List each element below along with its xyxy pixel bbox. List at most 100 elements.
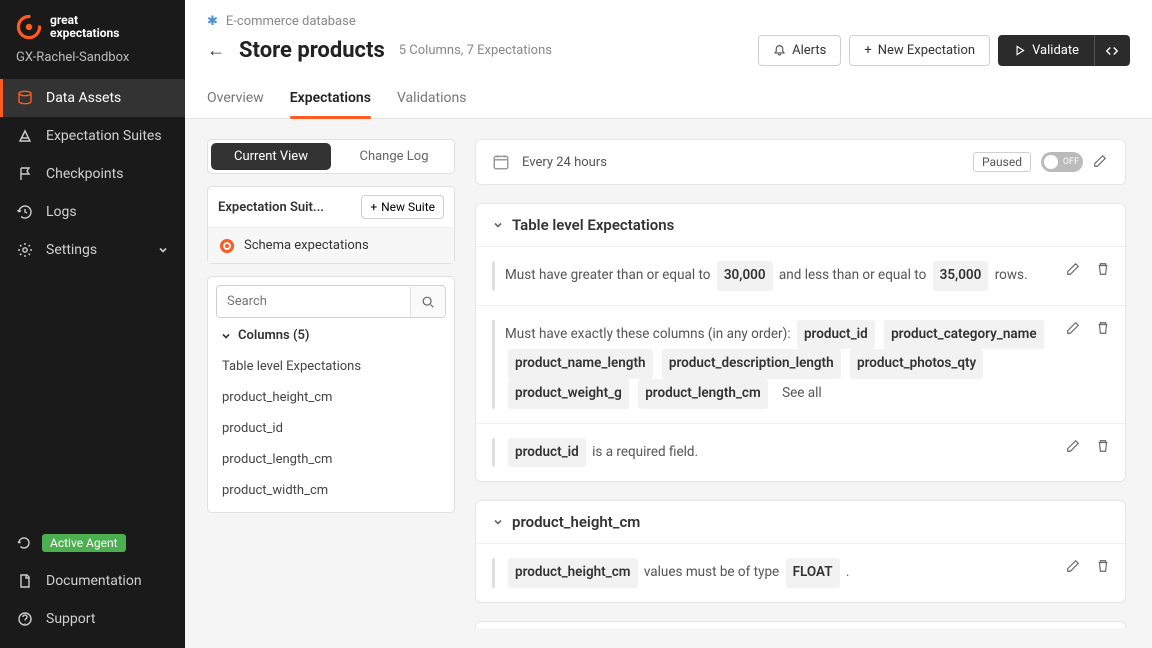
search-wrap: [216, 285, 446, 318]
nav-label: Settings: [46, 242, 97, 258]
nav-label: Logs: [46, 204, 77, 220]
history-icon: [16, 203, 34, 221]
group-header[interactable]: product_height_cm: [476, 501, 1125, 544]
columns-header[interactable]: Columns (5): [216, 318, 446, 351]
plus-icon: +: [370, 200, 377, 214]
expectation-text: product_height_cm values must be of type…: [505, 558, 1079, 588]
edit-expectation-button[interactable]: [1065, 320, 1081, 336]
tabs: Overview Expectations Validations: [185, 80, 1152, 119]
group-header[interactable]: Table level Expectations: [476, 204, 1125, 247]
expectation-row: Must have exactly these columns (in any …: [476, 306, 1125, 424]
page-subtitle: 5 Columns, 7 Expectations: [399, 43, 552, 58]
schedule-card: Every 24 hours Paused OFF: [475, 139, 1126, 185]
column-item[interactable]: product_height_cm: [216, 382, 446, 413]
play-icon: [1013, 44, 1026, 57]
group-header[interactable]: product_id: [476, 622, 1125, 628]
agent-badge: Active Agent: [42, 534, 126, 552]
column-item[interactable]: product_id: [216, 413, 446, 444]
tab-expectations[interactable]: Expectations: [290, 80, 371, 118]
nav-data-assets[interactable]: Data Assets: [0, 79, 185, 117]
gear-icon: [16, 241, 34, 259]
alerts-button[interactable]: Alerts: [758, 35, 841, 66]
sidebar: great expectations GX-Rachel-Sandbox Dat…: [0, 0, 185, 648]
flag-icon: [16, 165, 34, 183]
expectation-group: product_height_cm product_height_cm value…: [475, 500, 1126, 603]
column-item[interactable]: Table level Expectations: [216, 351, 446, 382]
expectation-row: product_id is a required field.: [476, 424, 1125, 482]
column-item[interactable]: product_width_cm: [216, 475, 446, 506]
chevron-down-icon: [492, 516, 504, 528]
suite-header: Expectation Suit...: [218, 200, 324, 215]
search-button[interactable]: [410, 287, 445, 317]
nav-checkpoints[interactable]: Checkpoints: [0, 155, 185, 193]
delete-expectation-button[interactable]: [1095, 320, 1111, 336]
doc-icon: [16, 572, 34, 590]
see-all-link[interactable]: See all: [782, 385, 822, 401]
edit-schedule-button[interactable]: [1093, 154, 1109, 170]
nav-bottom: Active Agent Documentation Support: [0, 524, 185, 648]
logo-text: great expectations: [50, 14, 119, 40]
tab-validations[interactable]: Validations: [397, 80, 466, 118]
view-toggle: Current View Change Log: [207, 139, 455, 174]
chevron-down-icon: [157, 244, 169, 256]
title-actions: Alerts + New Expectation Validate: [758, 35, 1130, 66]
nav-label: Expectation Suites: [46, 128, 162, 144]
tab-overview[interactable]: Overview: [207, 80, 264, 118]
expectation-text: Must have exactly these columns (in any …: [505, 320, 1079, 409]
status-bar: [492, 438, 495, 468]
back-button[interactable]: ←: [207, 40, 225, 61]
chevron-down-icon: [492, 219, 504, 231]
search-input[interactable]: [217, 286, 410, 317]
new-expectation-button[interactable]: + New Expectation: [849, 35, 990, 66]
edit-expectation-button[interactable]: [1065, 438, 1081, 454]
seg-current-view[interactable]: Current View: [211, 143, 331, 170]
new-suite-button[interactable]: + New Suite: [361, 195, 444, 219]
suite-item[interactable]: Schema expectations: [208, 228, 454, 263]
nav-label: Data Assets: [46, 90, 121, 106]
main: ✱ E-commerce database ← Store products 5…: [185, 0, 1152, 648]
column-item[interactable]: product_length_cm: [216, 444, 446, 475]
plus-icon: +: [864, 43, 871, 58]
nav: Data Assets Expectation Suites Checkpoin…: [0, 79, 185, 524]
nav-label: Documentation: [46, 573, 142, 589]
expectation-row: Must have greater than or equal to 30,00…: [476, 247, 1125, 306]
nav-documentation[interactable]: Documentation: [0, 562, 185, 600]
database-icon: [16, 89, 34, 107]
edit-expectation-button[interactable]: [1065, 558, 1081, 574]
expectation-group: product_id: [475, 621, 1126, 628]
code-icon: [1105, 44, 1119, 58]
nav-expectation-suites[interactable]: Expectation Suites: [0, 117, 185, 155]
delete-expectation-button[interactable]: [1095, 438, 1111, 454]
nav-settings[interactable]: Settings: [0, 231, 185, 269]
paused-badge: Paused: [973, 152, 1031, 172]
delete-expectation-button[interactable]: [1095, 558, 1111, 574]
suite-card: Expectation Suit... + New Suite Schema e…: [207, 186, 455, 264]
breadcrumb: ✱ E-commerce database: [185, 0, 1152, 29]
title-row: ← Store products 5 Columns, 7 Expectatio…: [185, 29, 1152, 80]
search-icon: [421, 295, 435, 309]
bell-icon: [773, 44, 786, 57]
edit-expectation-button[interactable]: [1065, 261, 1081, 277]
expectation-text: product_id is a required field.: [505, 438, 1079, 468]
page-title: Store products: [239, 38, 385, 63]
status-bar: [492, 558, 495, 588]
columns-card: Columns (5) Table level Expectationsprod…: [207, 276, 455, 513]
chevron-down-icon: [220, 330, 232, 342]
seg-change-log[interactable]: Change Log: [334, 140, 454, 173]
nav-logs[interactable]: Logs: [0, 193, 185, 231]
delete-expectation-button[interactable]: [1095, 261, 1111, 277]
suites-icon: [16, 127, 34, 145]
nav-support[interactable]: Support: [0, 600, 185, 638]
agent-status: Active Agent: [0, 524, 185, 562]
expectation-group: Table level Expectations Must have greate…: [475, 203, 1126, 482]
code-button[interactable]: [1094, 35, 1130, 66]
content: Current View Change Log Expectation Suit…: [185, 119, 1152, 648]
radio-selected-icon: [220, 239, 234, 253]
agent-icon: [16, 535, 32, 551]
logo: great expectations: [0, 0, 185, 50]
schedule-toggle[interactable]: OFF: [1041, 152, 1083, 172]
status-bar: [492, 261, 495, 291]
expectation-text: Must have greater than or equal to 30,00…: [505, 261, 1079, 291]
validate-button[interactable]: Validate: [998, 35, 1094, 66]
calendar-icon: [492, 153, 510, 171]
